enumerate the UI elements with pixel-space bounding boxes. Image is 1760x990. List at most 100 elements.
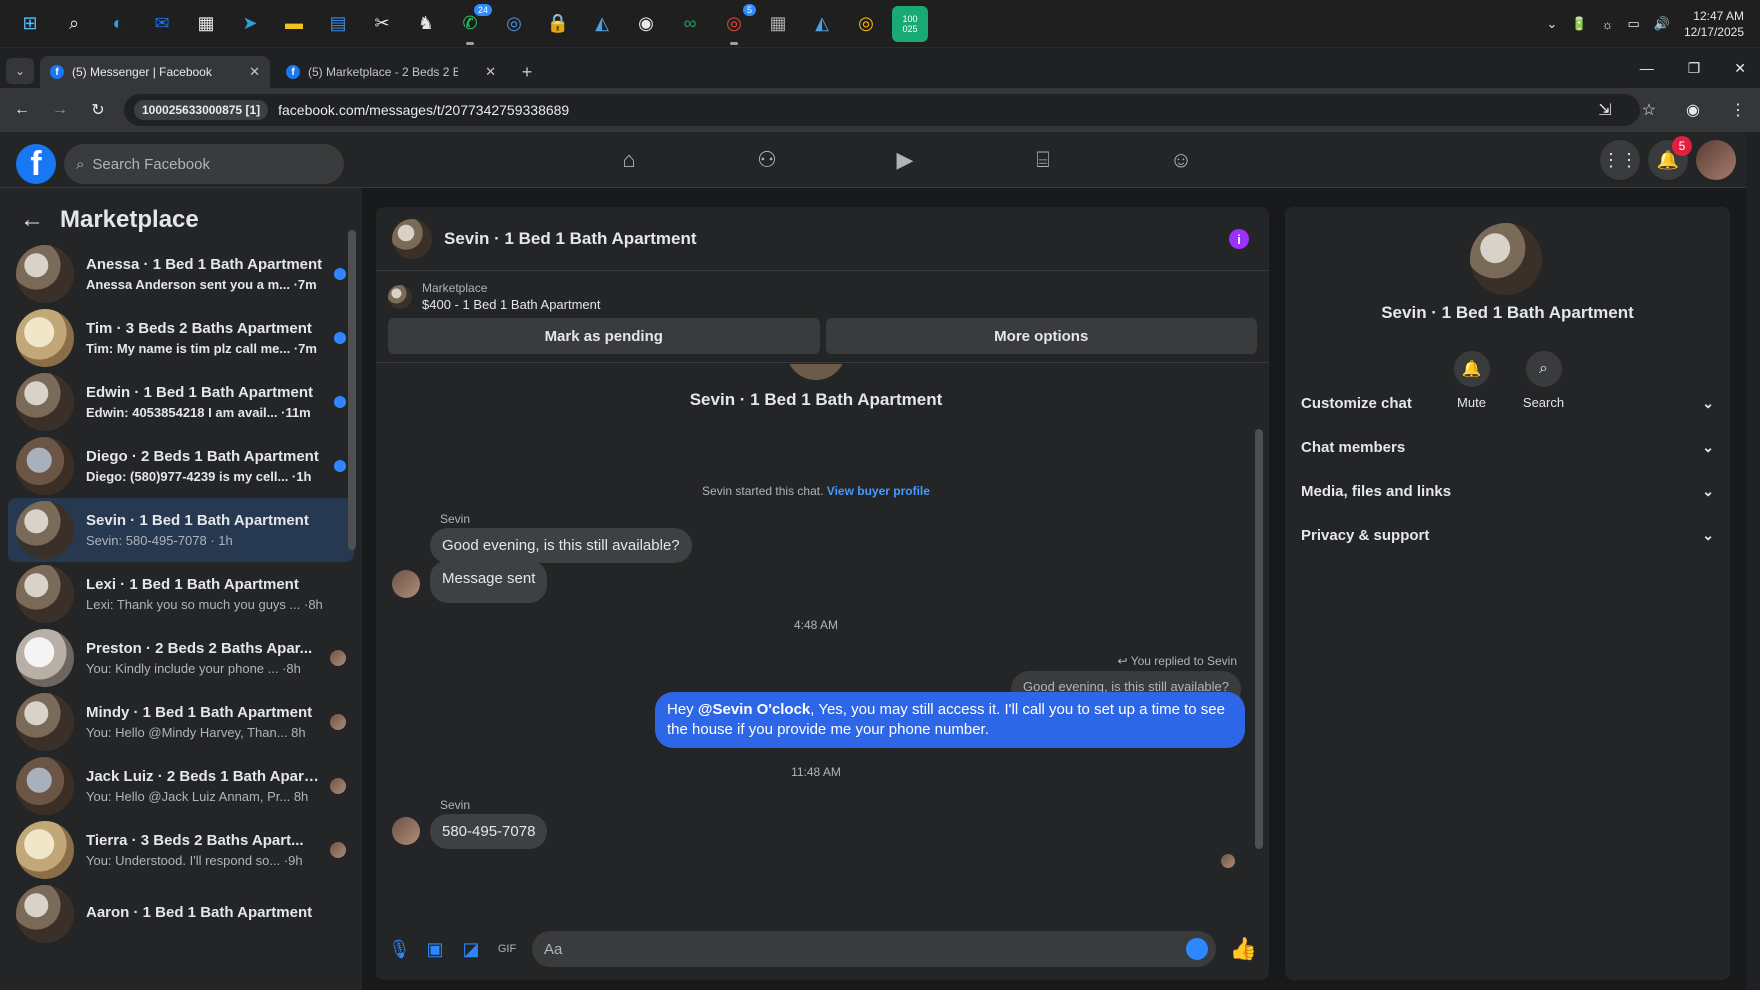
emoji-icon[interactable]: [1185, 938, 1208, 960]
reply-note-text: You replied to Sevin: [1130, 654, 1237, 668]
thumbs-up-icon[interactable]: 👍: [1230, 936, 1257, 962]
conversation-item[interactable]: Sevin · 1 Bed 1 Bath Apartment Sevin: 580…: [8, 498, 354, 562]
back-icon[interactable]: ←: [10, 101, 34, 119]
home-icon[interactable]: ⌂: [560, 132, 698, 188]
outgoing-message[interactable]: Hey @Sevin O'clock, Yes, you may still a…: [655, 692, 1245, 748]
gif-icon[interactable]: GIF: [496, 943, 518, 955]
section-chat-members[interactable]: Chat members ⌄: [1285, 425, 1730, 469]
outlook-icon[interactable]: ✉: [144, 6, 180, 42]
battery-icon[interactable]: 🔋: [1571, 16, 1587, 32]
volume-icon[interactable]: 🔊: [1654, 16, 1670, 32]
sender-avatar[interactable]: [392, 570, 420, 598]
color-app-icon[interactable]: ◉: [628, 6, 664, 42]
photo-icon[interactable]: ▣: [424, 939, 446, 960]
conversation-item[interactable]: Tierra · 3 Beds 2 Baths Apart... You: Und…: [8, 818, 354, 882]
new-tab-button[interactable]: +: [512, 56, 542, 88]
marketplace-icon[interactable]: ⌸: [974, 132, 1112, 188]
ghost-app-icon[interactable]: ♞: [408, 6, 444, 42]
chrome-profile-2-icon[interactable]: ◎: [848, 6, 884, 42]
edge-icon[interactable]: ◐: [100, 6, 136, 42]
incoming-message[interactable]: Good evening, is this still available?: [430, 528, 692, 563]
menu-dots-icon[interactable]: ⋮: [1730, 100, 1746, 120]
facebook-search[interactable]: ⌕ Search Facebook: [64, 144, 344, 184]
conversation-item[interactable]: Jack Luiz · 2 Beds 1 Bath Apart... You: H…: [8, 754, 354, 818]
page-scrollbar[interactable]: [1746, 132, 1760, 990]
conversation-item[interactable]: Anessa · 1 Bed 1 Bath Apartment Anessa An…: [8, 242, 354, 306]
calculator-icon[interactable]: ▦: [760, 6, 796, 42]
sender-avatar[interactable]: [392, 817, 420, 845]
close-window-icon[interactable]: ✕: [1734, 60, 1746, 77]
conversation-item[interactable]: Aaron · 1 Bed 1 Bath Apartment: [8, 882, 354, 946]
view-buyer-profile-link[interactable]: View buyer profile: [827, 484, 930, 498]
conversation-item[interactable]: Mindy · 1 Bed 1 Bath Apartment You: Hello…: [8, 690, 354, 754]
chrome-canary-icon[interactable]: ◎: [496, 6, 532, 42]
lock-app-icon[interactable]: 🔒: [540, 6, 576, 42]
sticker-icon[interactable]: ◪: [460, 939, 482, 960]
mention[interactable]: @Sevin O'clock: [698, 701, 810, 718]
infinity-app-icon[interactable]: ∞: [672, 6, 708, 42]
azure-storage-2-icon[interactable]: ◭: [804, 6, 840, 42]
tab-messenger[interactable]: f (5) Messenger | Facebook ✕: [40, 56, 270, 88]
install-app-icon[interactable]: ⇲: [1598, 100, 1611, 120]
listing-info[interactable]: Marketplace $400 - 1 Bed 1 Bath Apartmen…: [388, 281, 1257, 312]
restore-icon[interactable]: ❐: [1688, 60, 1701, 77]
conversation-scrollbar[interactable]: [348, 218, 356, 758]
windows-start-icon[interactable]: ⊞: [12, 6, 48, 42]
store-icon[interactable]: ▦: [188, 6, 224, 42]
mark-pending-button[interactable]: Mark as pending: [388, 318, 820, 354]
reload-icon[interactable]: ↻: [86, 100, 110, 120]
conversation-item[interactable]: Diego · 2 Beds 1 Bath Apartment Diego: (5…: [8, 434, 354, 498]
back-arrow-icon[interactable]: ←: [20, 206, 44, 234]
conversation-item[interactable]: Edwin · 1 Bed 1 Bath Apartment Edwin: 405…: [8, 370, 354, 434]
conversation-item[interactable]: Lexi · 1 Bed 1 Bath Apartment Lexi: Thank…: [8, 562, 354, 626]
friends-icon[interactable]: ⚇: [698, 132, 836, 188]
section-privacy-support[interactable]: Privacy & support ⌄: [1285, 513, 1730, 557]
info-icon[interactable]: i: [1229, 229, 1249, 249]
account-avatar[interactable]: [1696, 140, 1736, 180]
minimize-icon[interactable]: —: [1640, 60, 1654, 76]
notifications-button[interactable]: 🔔 5: [1648, 136, 1692, 180]
facebook-logo[interactable]: f: [16, 144, 56, 184]
notepad-icon[interactable]: ▤: [320, 6, 356, 42]
section-customize-chat[interactable]: Customize chat ⌄: [1285, 381, 1730, 425]
message-input[interactable]: Aa: [532, 931, 1216, 967]
close-tab-icon[interactable]: ✕: [249, 64, 260, 80]
url-text[interactable]: facebook.com/messages/t/2077342759338689: [278, 102, 569, 118]
forward-icon[interactable]: →: [48, 101, 72, 119]
tab-marketplace[interactable]: f (5) Marketplace - 2 Beds 2 Bath ✕: [276, 56, 506, 88]
bookmark-star-icon[interactable]: ☆: [1642, 100, 1656, 120]
message-thread: Sevin · 1 Bed 1 Bath Apartment Sevin sta…: [376, 364, 1269, 904]
conversation-item[interactable]: Tim · 3 Beds 2 Baths Apartment Tim: My na…: [8, 306, 354, 370]
counter-app-icon[interactable]: 100 025: [892, 5, 928, 42]
chat-title[interactable]: Sevin · 1 Bed 1 Bath Apartment: [444, 229, 697, 249]
taskbar-badge: 5: [742, 3, 756, 16]
groups-icon[interactable]: ☺: [1112, 132, 1250, 188]
details-avatar[interactable]: [1470, 223, 1542, 295]
snipping-tool-icon[interactable]: ✂: [364, 6, 400, 42]
site-info-chip[interactable]: 100025633000875 [1]: [134, 100, 269, 120]
microphone-icon[interactable]: 🎙: [388, 939, 411, 960]
telegram-icon[interactable]: ➤: [232, 6, 268, 42]
chevron-up-icon[interactable]: ⌄: [1546, 16, 1557, 32]
azure-storage-icon[interactable]: ◭: [584, 6, 620, 42]
conversation-item[interactable]: Preston · 2 Beds 2 Baths Apar... You: Kin…: [8, 626, 354, 690]
profile-icon[interactable]: ◉: [1686, 100, 1700, 120]
more-options-button[interactable]: More options: [825, 318, 1257, 354]
file-explorer-icon[interactable]: ▬: [276, 6, 312, 42]
chrome-profile-icon[interactable]: ◎ 5: [716, 3, 756, 45]
brightness-icon[interactable]: ☼: [1602, 17, 1614, 32]
omnibox[interactable]: 100025633000875 [1] facebook.com/message…: [124, 94, 1640, 126]
close-tab-icon[interactable]: ✕: [485, 64, 496, 80]
display-icon[interactable]: ▭: [1627, 16, 1639, 32]
whatsapp-icon[interactable]: ✆ 24: [452, 3, 492, 45]
tab-search-button[interactable]: ⌄: [6, 58, 34, 84]
incoming-message[interactable]: 580-495-7078: [430, 814, 548, 849]
menu-grid-icon[interactable]: ⋮⋮: [1600, 140, 1640, 180]
incoming-message[interactable]: Message sent: [430, 560, 548, 603]
chat-avatar[interactable]: [392, 218, 432, 259]
section-media-files-links[interactable]: Media, files and links ⌄: [1285, 469, 1730, 513]
thread-scrollbar[interactable]: [1255, 357, 1265, 897]
clock[interactable]: 12:47 AM 12/17/2025: [1684, 8, 1744, 40]
search-icon[interactable]: ⌕: [56, 6, 92, 42]
video-icon[interactable]: ▶: [836, 132, 974, 188]
